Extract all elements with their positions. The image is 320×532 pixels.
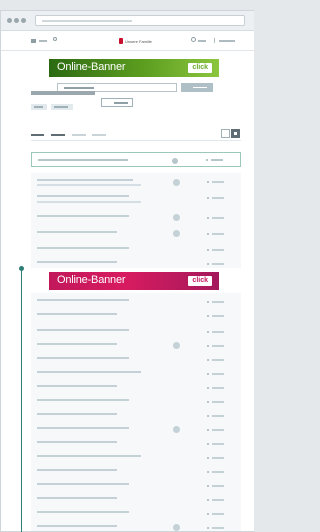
maximize-window-icon[interactable] bbox=[21, 18, 26, 23]
list-item[interactable] bbox=[31, 323, 241, 337]
list-item[interactable] bbox=[31, 421, 241, 435]
list-item[interactable] bbox=[31, 449, 241, 463]
list-item[interactable] bbox=[31, 407, 241, 421]
tab-2[interactable] bbox=[51, 134, 65, 136]
search-icon[interactable] bbox=[53, 37, 57, 41]
list-item[interactable] bbox=[31, 293, 241, 307]
list-item[interactable] bbox=[31, 189, 241, 203]
browser-window: Unsere Familie Online-Banner click Onlin… bbox=[0, 10, 254, 532]
account-label[interactable] bbox=[198, 40, 206, 42]
list-icon[interactable] bbox=[231, 129, 240, 138]
banner-label: Online-Banner bbox=[57, 274, 126, 286]
search-button[interactable] bbox=[181, 83, 213, 92]
list-item[interactable] bbox=[31, 435, 241, 449]
results-heading bbox=[31, 91, 95, 95]
site-logo[interactable] bbox=[119, 38, 123, 44]
list-item[interactable] bbox=[31, 225, 241, 239]
divider bbox=[214, 38, 215, 43]
list-item[interactable] bbox=[31, 477, 241, 491]
list-item[interactable] bbox=[31, 351, 241, 365]
list-item[interactable] bbox=[31, 337, 241, 351]
filter-button[interactable] bbox=[101, 98, 133, 107]
list-item[interactable] bbox=[31, 209, 241, 223]
grid-icon[interactable] bbox=[221, 129, 230, 138]
list-item[interactable] bbox=[31, 173, 241, 187]
close-window-icon[interactable] bbox=[7, 18, 12, 23]
list-item[interactable] bbox=[31, 241, 241, 255]
banner-label: Online-Banner bbox=[57, 61, 126, 73]
site-header: Unsere Familie bbox=[1, 31, 254, 51]
address-bar[interactable] bbox=[35, 15, 245, 26]
banner-click-button[interactable]: click bbox=[188, 63, 212, 73]
online-banner-top[interactable]: Online-Banner click bbox=[49, 59, 219, 77]
results-section-2 bbox=[31, 293, 241, 531]
filter-chip[interactable] bbox=[51, 104, 73, 110]
minimize-window-icon[interactable] bbox=[14, 18, 19, 23]
results-section-1 bbox=[31, 173, 241, 268]
list-item[interactable] bbox=[31, 491, 241, 505]
filter-chip[interactable] bbox=[31, 104, 47, 110]
site-logo-text[interactable]: Unsere Familie bbox=[125, 39, 152, 44]
list-item[interactable] bbox=[31, 379, 241, 393]
banner-click-button[interactable]: click bbox=[188, 276, 212, 286]
online-banner-bottom[interactable]: Online-Banner click bbox=[49, 272, 219, 290]
highlighted-row[interactable] bbox=[31, 152, 241, 167]
list-item[interactable] bbox=[31, 307, 241, 321]
browser-titlebar bbox=[1, 11, 254, 31]
list-item[interactable] bbox=[31, 505, 241, 519]
tab-3[interactable] bbox=[72, 134, 86, 136]
tabs-divider bbox=[31, 140, 241, 141]
tab-4[interactable] bbox=[92, 134, 106, 136]
tab-1[interactable] bbox=[31, 134, 44, 136]
list-item[interactable] bbox=[31, 519, 241, 531]
list-item[interactable] bbox=[31, 365, 241, 379]
settings-label[interactable] bbox=[219, 40, 235, 42]
timeline-line bbox=[21, 268, 22, 532]
user-icon[interactable] bbox=[191, 37, 196, 42]
list-item[interactable] bbox=[31, 255, 241, 269]
menu-label[interactable] bbox=[39, 40, 47, 42]
list-item[interactable] bbox=[31, 393, 241, 407]
list-item[interactable] bbox=[31, 463, 241, 477]
